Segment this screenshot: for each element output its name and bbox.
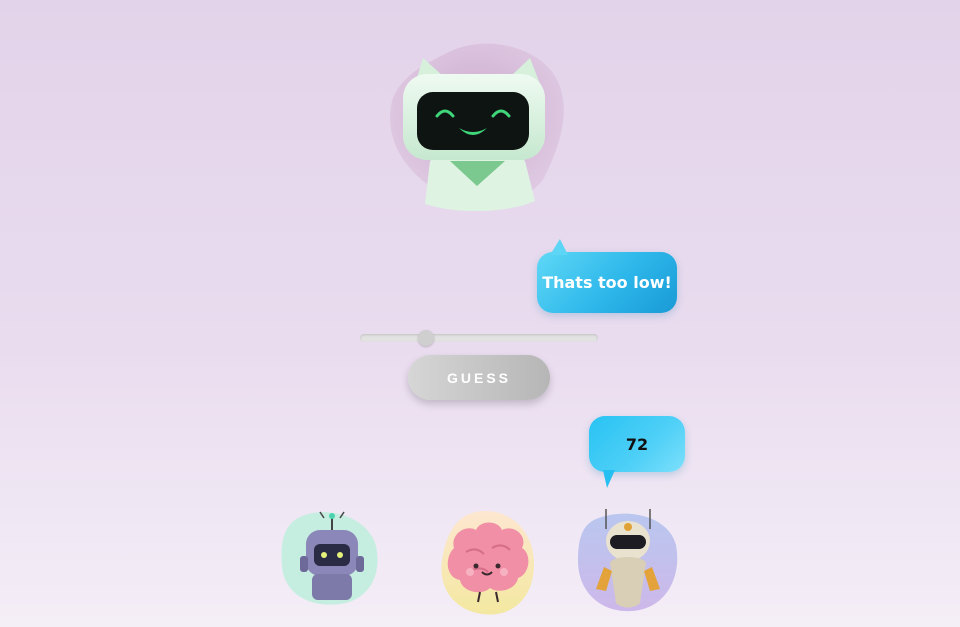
- feedback-message: Thats too low!: [542, 273, 672, 292]
- android-icon: [578, 509, 678, 612]
- guess-value-bubble: 72: [589, 416, 685, 488]
- guess-value: 72: [625, 434, 649, 454]
- player-android-avatar[interactable]: [576, 505, 680, 613]
- brain-icon: [441, 511, 534, 615]
- cat-robot-icon: [390, 43, 564, 212]
- host-cat-robot-avatar: [385, 36, 570, 212]
- guess-button[interactable]: GUESS: [408, 355, 550, 400]
- player-brain-avatar[interactable]: [436, 508, 540, 618]
- guess-slider-thumb[interactable]: [417, 330, 434, 346]
- robot-icon: [281, 511, 378, 605]
- player-robot-avatar[interactable]: [280, 508, 380, 606]
- guess-slider-track[interactable]: [360, 334, 598, 342]
- feedback-speech-bubble: Thats too low!: [537, 252, 677, 313]
